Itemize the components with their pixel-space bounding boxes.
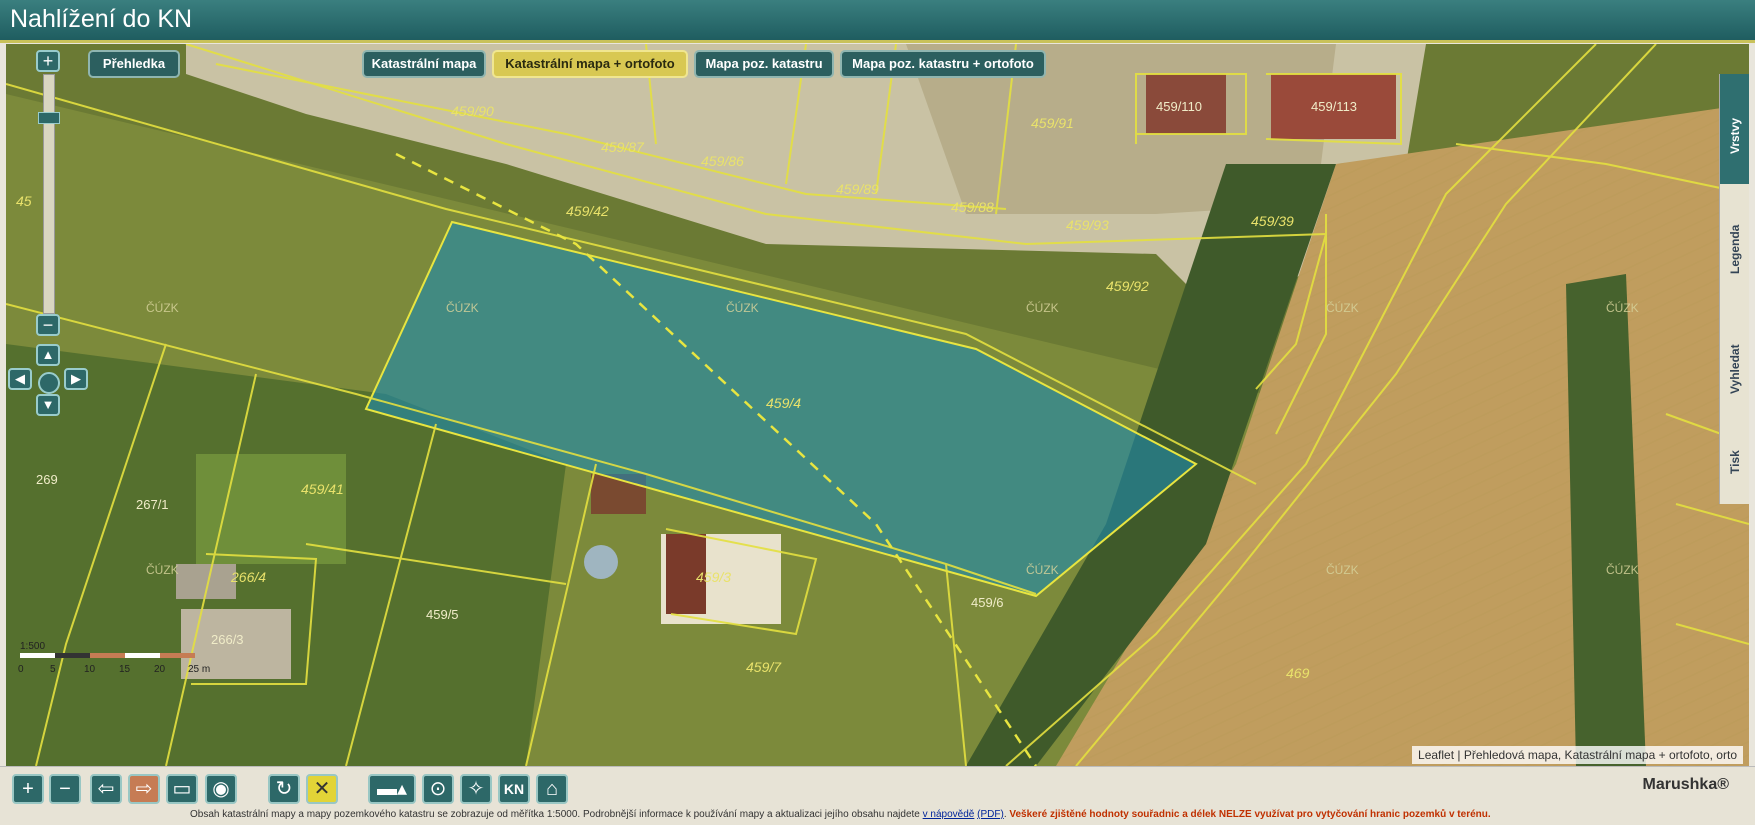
footer-note-text: Obsah katastrální mapy a mapy pozemkovéh…: [190, 809, 920, 820]
layer-button-active[interactable]: Katastrální mapa + ortofoto: [492, 50, 688, 78]
zoom-out-button[interactable]: −: [36, 314, 60, 336]
info-icon[interactable]: ⌂: [536, 774, 568, 804]
pan-up-icon[interactable]: ▲: [36, 344, 60, 366]
zoom-slider-track[interactable]: [43, 74, 55, 314]
watermark: ČÚZK: [1606, 300, 1639, 315]
clear-icon[interactable]: ✕: [306, 774, 338, 804]
zoom-in-icon[interactable]: +: [12, 774, 44, 804]
parcel-label[interactable]: 45: [16, 193, 32, 209]
watermark: ČÚZK: [146, 562, 179, 577]
parcel-label[interactable]: 459/90: [451, 103, 494, 119]
watermark: ČÚZK: [726, 300, 759, 315]
parcel-label[interactable]: 459/92: [1106, 278, 1149, 294]
parcel-label[interactable]: 459/88: [951, 199, 994, 215]
parcel-label[interactable]: 266/3: [211, 632, 244, 647]
pdf-link[interactable]: (PDF): [977, 809, 1004, 820]
back-icon[interactable]: ⇦: [90, 774, 122, 804]
app-title: Nahlížení do KN: [10, 5, 193, 33]
scale-ratio: 1:500: [20, 641, 45, 652]
parcel-label[interactable]: 459/91: [1031, 115, 1074, 131]
tab-label: Tisk: [1728, 450, 1742, 474]
map-attribution: Leaflet | Přehledová mapa, Katastrální m…: [1412, 746, 1743, 764]
parcel-label[interactable]: 459/6: [971, 595, 1004, 610]
globe-icon[interactable]: ◉: [205, 774, 237, 804]
brand-logo: Marushka®: [1642, 776, 1729, 793]
scale-label: 25 m: [188, 664, 210, 675]
watermark: ČÚZK: [146, 300, 179, 315]
parcel-label[interactable]: 459/7: [746, 659, 782, 675]
layer-button[interactable]: Mapa poz. katastru: [694, 50, 834, 78]
footer-note: Obsah katastrální mapy a mapy pozemkovéh…: [190, 809, 1491, 820]
refresh-icon[interactable]: ↻: [268, 774, 300, 804]
pan-right-icon[interactable]: ▶: [64, 368, 88, 390]
tab-label: Legenda: [1728, 224, 1742, 274]
tab-vyhledat[interactable]: Vyhledat: [1719, 304, 1749, 414]
parcel-label[interactable]: 459/113: [1311, 99, 1357, 114]
zoom-in-button[interactable]: +: [36, 50, 60, 72]
measure-icon[interactable]: ▬▴: [368, 774, 416, 804]
overview-button[interactable]: Přehledka: [88, 50, 180, 78]
parcel-label[interactable]: 459/42: [566, 203, 609, 219]
tab-vrstvy[interactable]: Vrstvy: [1719, 74, 1749, 184]
scale-label: 5: [50, 664, 56, 675]
scale-label: 0: [18, 664, 24, 675]
parcel-label[interactable]: 459/3: [696, 569, 731, 585]
parcel-label[interactable]: 459/4: [766, 395, 801, 411]
parcel-label[interactable]: 459/41: [301, 481, 344, 497]
watermark: ČÚZK: [1026, 562, 1059, 577]
scale-label: 10: [84, 664, 96, 675]
forward-icon[interactable]: ⇨: [128, 774, 160, 804]
scale-label: 20: [154, 664, 166, 675]
watermark: ČÚZK: [1606, 562, 1639, 577]
pan-down-icon[interactable]: ▼: [36, 394, 60, 416]
layer-button[interactable]: Katastrální mapa: [362, 50, 486, 78]
parcel-label[interactable]: 459/5: [426, 607, 459, 622]
parcel-label[interactable]: 459/86: [701, 153, 744, 169]
zoom-out-icon[interactable]: −: [49, 774, 81, 804]
parcel-label[interactable]: 459/39: [1251, 213, 1294, 229]
kn-icon[interactable]: KN: [498, 774, 530, 804]
parcel-label[interactable]: 459/89: [836, 181, 879, 197]
watermark: ČÚZK: [446, 300, 479, 315]
tab-tisk[interactable]: Tisk: [1719, 414, 1749, 504]
watermark: ČÚZK: [1326, 300, 1359, 315]
parcel-label[interactable]: 459/110: [1156, 99, 1202, 114]
select-rectangle-icon[interactable]: ▭: [166, 774, 198, 804]
bottom-toolbar: + − ⇦ ⇨ ▭ ◉ ↻ ✕ ▬▴ ⊙ ✧ KN ⌂ Marushka® Ob…: [0, 766, 1755, 825]
scale-label: 15: [119, 664, 131, 675]
parcel-label[interactable]: 266/4: [230, 569, 266, 585]
help-link[interactable]: v nápovědě: [923, 809, 975, 820]
watermark: ČÚZK: [1026, 300, 1059, 315]
parcel-label[interactable]: 269: [36, 472, 58, 487]
watermark: ČÚZK: [1326, 562, 1359, 577]
layer-button[interactable]: Mapa poz. katastru + ortofoto: [840, 50, 1046, 78]
parcel-label[interactable]: 267/1: [136, 497, 169, 512]
tab-legenda[interactable]: Legenda: [1719, 184, 1749, 304]
title-bar: Nahlížení do KN: [0, 0, 1755, 43]
pan-center-icon[interactable]: [38, 372, 60, 394]
tab-label: Vyhledat: [1728, 344, 1742, 394]
tab-label: Vrstvy: [1728, 117, 1742, 154]
zoom-slider-handle[interactable]: [38, 112, 60, 124]
map-canvas[interactable]: 459/90 459/87 459/86 459/89 459/88 459/1…: [6, 44, 1749, 766]
parcel-label[interactable]: 459/93: [1066, 217, 1109, 233]
parcel-label[interactable]: 459/87: [601, 139, 645, 155]
locate-icon[interactable]: ✧: [460, 774, 492, 804]
marker-icon[interactable]: ⊙: [422, 774, 454, 804]
pan-left-icon[interactable]: ◀: [8, 368, 32, 390]
parcel-label[interactable]: 469: [1286, 665, 1310, 681]
footer-warning: Veškeré zjištěné hodnoty souřadnic a dél…: [1009, 809, 1491, 820]
